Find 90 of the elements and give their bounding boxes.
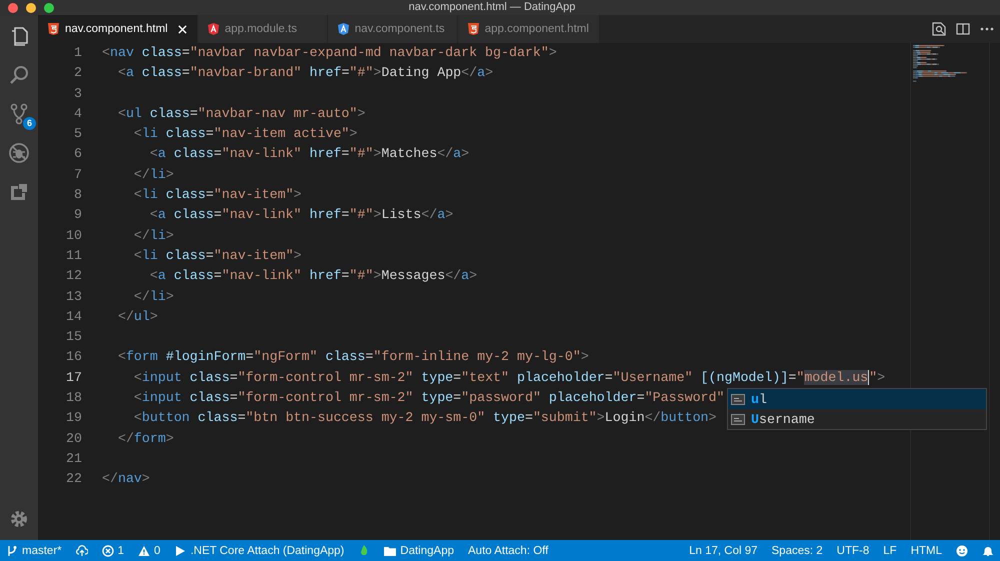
line-number: 4 (73, 104, 83, 123)
status-item[interactable] (76, 544, 88, 556)
close-window-button[interactable] (8, 2, 18, 12)
code-line: <nav class="navbar navbar-expand-md navbar-dark bg-dark"> (102, 44, 557, 62)
search-icon (8, 64, 30, 86)
line-number: 10 (65, 226, 83, 245)
code-line: </form> (116, 430, 174, 448)
zoom-window-button[interactable] (44, 2, 54, 12)
code-line: <input class="form-control mr-sm-2" type="password" placeholder="Password" (132, 389, 724, 408)
code-line: <li class="nav-item"> (132, 246, 302, 265)
html-file-icon (468, 23, 479, 35)
branch-icon (6, 544, 18, 556)
code-line: <a class="nav-link" href="#">Messages</a> (148, 267, 478, 286)
smiley-icon (956, 544, 968, 556)
html-file-icon (48, 23, 59, 35)
code-line: <li class="nav-item"> (132, 186, 302, 204)
debug-icon (8, 142, 30, 164)
activity-bar-item[interactable] (8, 181, 30, 203)
activity-bar-item[interactable]: 6 (8, 103, 36, 130)
line-number: 22 (65, 470, 83, 488)
code-line: <button class="btn btn-success my-2 my-sm-0" type="submit">Login</button> (132, 409, 717, 428)
line-number: 7 (73, 166, 83, 184)
bell-icon (982, 544, 994, 556)
status-item[interactable]: .NET Core Attach (DatingApp) (174, 544, 344, 556)
editor-tab[interactable]: app.module.ts (198, 15, 328, 43)
code-line: <input class="form-control mr-sm-2" type="text" placeholder="Username" [(ngModel)]="model.us"> (132, 368, 886, 387)
status-item[interactable]: Spaces: 2 (772, 544, 823, 556)
settings-icon (8, 508, 30, 530)
status-item[interactable]: UTF-8 (836, 544, 870, 556)
code-line: </li> (132, 166, 174, 184)
line-number: 5 (73, 125, 83, 144)
extensions-icon (8, 181, 30, 203)
line-number: 19 (65, 409, 83, 428)
activity-bar-item[interactable] (8, 142, 30, 164)
line-number: 17 (65, 368, 83, 387)
line-number: 8 (73, 186, 83, 204)
line-number: 15 (65, 328, 83, 346)
line-number: 13 (65, 288, 83, 306)
code-line: </li> (132, 288, 174, 306)
code-line: <a class="navbar-brand" href="#">Dating App</a> (116, 64, 494, 82)
close-icon[interactable] (178, 24, 187, 34)
warning-icon (138, 544, 150, 556)
status-item[interactable]: 1 (102, 544, 124, 556)
code-line: <form #loginForm="ngForm" class="form-inline my-2 my-lg-0"> (116, 348, 589, 366)
status-item[interactable]: DatingApp (384, 544, 454, 556)
code-line: </nav> (102, 470, 150, 488)
window-title: nav.component.html — DatingApp (408, 0, 576, 15)
cloud-upload-icon (76, 544, 88, 556)
status-item[interactable]: LF (883, 544, 897, 556)
status-item[interactable]: Auto Attach: Off (468, 544, 548, 556)
line-number: 21 (65, 450, 83, 468)
status-item[interactable] (982, 544, 994, 556)
code-line: <ul class="navbar-nav mr-auto"> (116, 104, 366, 123)
editor-tab[interactable]: nav.component.html (38, 15, 198, 43)
code-line: <li class="nav-item active"> (132, 125, 358, 144)
suggestion-item[interactable]: Username (728, 409, 986, 430)
line-number: 3 (73, 84, 83, 103)
code-line: <a class="nav-link" href="#">Matches</a> (148, 145, 470, 164)
text-suggestion-icon (731, 394, 745, 405)
activity-bar-item[interactable] (8, 64, 30, 86)
line-number: 16 (65, 348, 83, 366)
line-number: 2 (73, 64, 83, 82)
suggestion-item[interactable]: ul (728, 389, 986, 410)
code-line: </li> (132, 226, 174, 245)
minimize-window-button[interactable] (26, 2, 36, 12)
error-icon (102, 544, 114, 556)
line-number: 12 (65, 267, 83, 286)
editor-tab[interactable]: nav.component.ts (328, 15, 458, 43)
editor-tab[interactable]: app.component.html (458, 15, 600, 43)
code-line: <a class="nav-link" href="#">Lists</a> (148, 206, 454, 224)
status-item[interactable]: 0 (138, 544, 160, 556)
line-number: 18 (65, 389, 83, 408)
line-number: 11 (65, 246, 83, 265)
split-editor-icon[interactable] (956, 22, 970, 36)
text-suggestion-icon (731, 414, 745, 425)
code-line: </ul> (116, 308, 158, 326)
status-item[interactable]: HTML (910, 544, 942, 556)
folder-icon (384, 544, 396, 556)
line-number: 6 (73, 145, 83, 164)
line-number: 14 (65, 308, 83, 326)
status-item[interactable] (956, 544, 968, 556)
count-badge: 6 (23, 117, 36, 130)
open-changes-icon[interactable] (932, 22, 946, 36)
line-number: 1 (73, 44, 83, 62)
source-control-icon (8, 103, 30, 125)
line-number: 9 (73, 206, 83, 224)
status-item[interactable]: master* (6, 544, 62, 556)
status-item[interactable]: Ln 17, Col 97 (689, 544, 758, 556)
line-number: 20 (65, 430, 83, 448)
play-icon (174, 544, 186, 556)
